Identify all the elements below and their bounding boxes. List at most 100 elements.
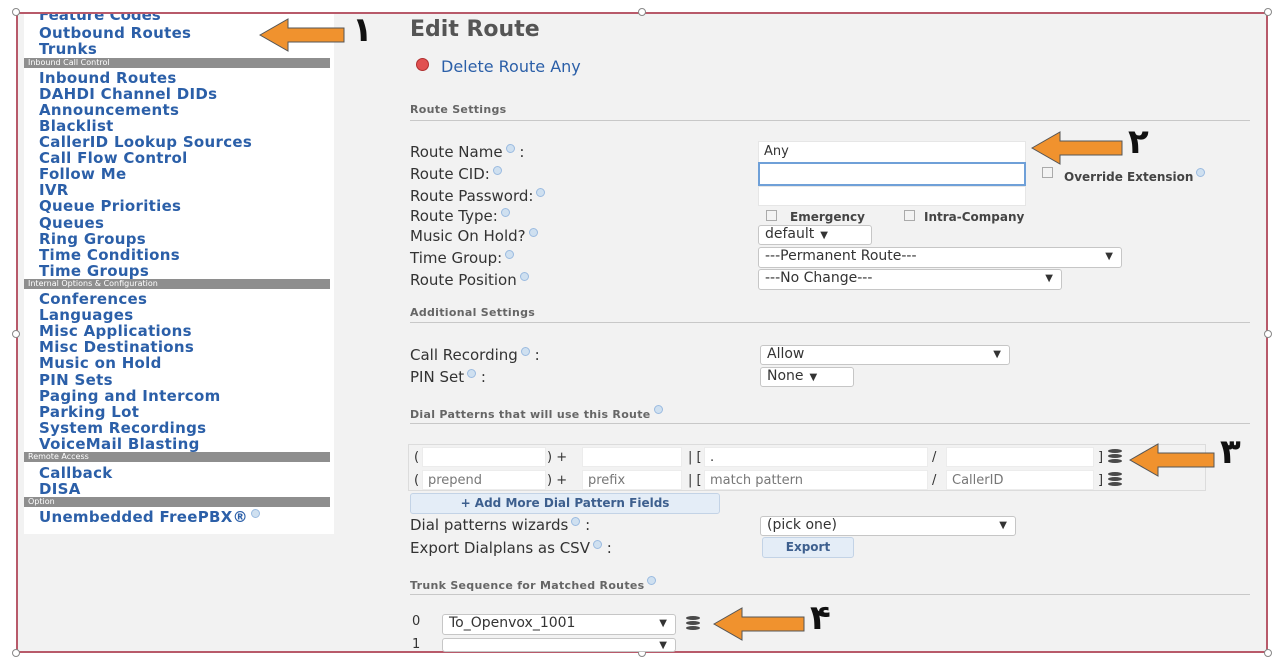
prefix-input[interactable]: prefix: [582, 470, 682, 490]
pin-set-label-text: PIN Set: [410, 368, 465, 386]
sidebar-item-voicemail-blasting[interactable]: VoiceMail Blasting: [39, 435, 200, 453]
dial-wizards-label-text: Dial patterns wizards: [410, 516, 569, 534]
colon: :: [601, 539, 612, 557]
delete-icon[interactable]: [416, 58, 429, 71]
trunk-select-1[interactable]: ▼: [442, 638, 676, 652]
call-recording-value: Allow: [767, 346, 805, 362]
route-password-input[interactable]: [758, 186, 1026, 206]
export-csv-label: Export Dialplans as CSV :: [410, 539, 612, 557]
dial-patterns-heading: Dial Patterns that will use this Route: [410, 405, 663, 421]
callerid-input[interactable]: CallerID: [946, 470, 1094, 490]
resize-handle-top-center[interactable]: [638, 8, 646, 16]
colon: :: [514, 143, 525, 161]
sidebar-section-internal: Internal Options & Configuration: [24, 279, 330, 289]
intra-company-checkbox[interactable]: [904, 210, 915, 221]
info-icon: [250, 509, 260, 518]
time-group-value: ---Permanent Route---: [765, 248, 917, 264]
delete-trunk-icon[interactable]: [686, 616, 700, 630]
divider: [410, 594, 1250, 595]
arrow-left-icon: [1030, 131, 1123, 165]
route-position-select[interactable]: ---No Change--- ▼: [758, 269, 1062, 290]
dial-patterns-heading-text: Dial Patterns that will use this Route: [410, 408, 651, 421]
trunk-index: 1: [412, 637, 421, 652]
info-icon: [500, 208, 510, 217]
prefix-input[interactable]: [582, 447, 682, 467]
resize-handle-top-right[interactable]: [1264, 8, 1272, 16]
trunk-value: To_Openvox_1001: [449, 615, 576, 631]
resize-handle-mid-left[interactable]: [12, 330, 20, 338]
override-extension-label: Override Extension: [1064, 168, 1206, 184]
annotation-number-4: ۴: [810, 598, 831, 638]
delete-row-icon[interactable]: [1108, 472, 1122, 486]
additional-settings-heading: Additional Settings: [410, 306, 536, 319]
emergency-label: Emergency: [790, 210, 865, 224]
delete-row-icon[interactable]: [1108, 449, 1122, 463]
music-on-hold-label: Music On Hold?: [410, 227, 538, 245]
emergency-checkbox[interactable]: [766, 210, 777, 221]
info-icon: [653, 405, 663, 414]
dial-wizards-select[interactable]: (pick one) ▼: [760, 516, 1016, 536]
call-recording-label-text: Call Recording: [410, 346, 518, 364]
resize-handle-top-left[interactable]: [12, 8, 20, 16]
paren-close-plus: ) +: [547, 473, 568, 488]
call-recording-label: Call Recording :: [410, 346, 540, 364]
callerid-input[interactable]: [946, 447, 1094, 467]
chevron-down-icon: ▼: [999, 520, 1007, 531]
pipe-bracket: | [: [688, 450, 702, 465]
music-on-hold-value: default: [765, 226, 815, 242]
call-recording-select[interactable]: Allow ▼: [760, 345, 1010, 365]
paren-close-plus: ) +: [547, 450, 568, 465]
music-on-hold-label-text: Music On Hold?: [410, 227, 526, 245]
sidebar-item-feature-codes[interactable]: Feature Codes: [39, 14, 161, 24]
export-button[interactable]: Export: [762, 537, 854, 558]
sidebar-item-label: Unembedded FreePBX®: [39, 508, 248, 526]
route-name-label-text: Route Name: [410, 143, 503, 161]
sidebar-item-music-on-hold[interactable]: Music on Hold: [39, 354, 162, 372]
pipe-bracket: | [: [688, 473, 702, 488]
info-icon: [528, 228, 538, 237]
sidebar-nav: Feature Codes Outbound Routes Trunks Inb…: [24, 14, 334, 534]
resize-handle-bottom-right[interactable]: [1264, 649, 1272, 657]
info-icon: [1196, 168, 1206, 177]
export-csv-label-text: Export Dialplans as CSV: [410, 539, 590, 557]
trunk-sequence-heading-text: Trunk Sequence for Matched Routes: [410, 579, 645, 592]
match-pattern-input[interactable]: .: [704, 447, 928, 467]
dial-wizards-label: Dial patterns wizards :: [410, 516, 590, 534]
trunk-sequence-heading: Trunk Sequence for Matched Routes: [410, 576, 657, 592]
chevron-down-icon: ▼: [659, 640, 667, 651]
info-icon: [647, 576, 657, 585]
music-on-hold-select[interactable]: default ▼: [758, 225, 872, 245]
time-group-label: Time Group:: [410, 249, 515, 267]
sidebar-item-trunks[interactable]: Trunks: [39, 40, 97, 58]
route-password-label: Route Password:: [410, 187, 546, 205]
sidebar-item-unembedded-freepbx[interactable]: Unembedded FreePBX®: [39, 508, 260, 526]
delete-route-link[interactable]: Delete Route Any: [441, 57, 581, 76]
pin-set-select[interactable]: None ▼: [760, 367, 854, 387]
time-group-select[interactable]: ---Permanent Route--- ▼: [758, 247, 1122, 268]
sidebar-section-remote-access: Remote Access: [24, 452, 330, 462]
colon: :: [529, 346, 540, 364]
colon: :: [580, 516, 591, 534]
divider: [410, 120, 1250, 121]
route-cid-input[interactable]: [758, 162, 1026, 186]
resize-handle-bottom-left[interactable]: [12, 649, 20, 657]
arrow-left-icon: [1128, 443, 1215, 477]
prepend-input[interactable]: prepend: [422, 470, 546, 490]
info-icon: [505, 144, 515, 153]
match-pattern-input[interactable]: match pattern: [704, 470, 928, 490]
trunk-select-0[interactable]: To_Openvox_1001 ▼: [442, 614, 676, 635]
add-dial-pattern-button[interactable]: + Add More Dial Pattern Fields: [410, 493, 720, 514]
sidebar-item-queue-priorities[interactable]: Queue Priorities: [39, 197, 181, 215]
sidebar-item-time-groups[interactable]: Time Groups: [39, 262, 149, 280]
sidebar-section-option: Option: [24, 497, 330, 507]
page-title: Edit Route: [410, 17, 540, 42]
prepend-input[interactable]: [422, 447, 546, 467]
info-icon: [492, 166, 502, 175]
override-extension-checkbox[interactable]: [1042, 167, 1053, 178]
route-name-input[interactable]: Any: [758, 141, 1026, 163]
route-password-label-text: Route Password:: [410, 187, 534, 205]
route-position-value: ---No Change---: [765, 270, 873, 286]
paren-open: (: [414, 450, 420, 465]
sidebar-item-disa[interactable]: DISA: [39, 480, 81, 498]
resize-handle-mid-right[interactable]: [1264, 330, 1272, 338]
